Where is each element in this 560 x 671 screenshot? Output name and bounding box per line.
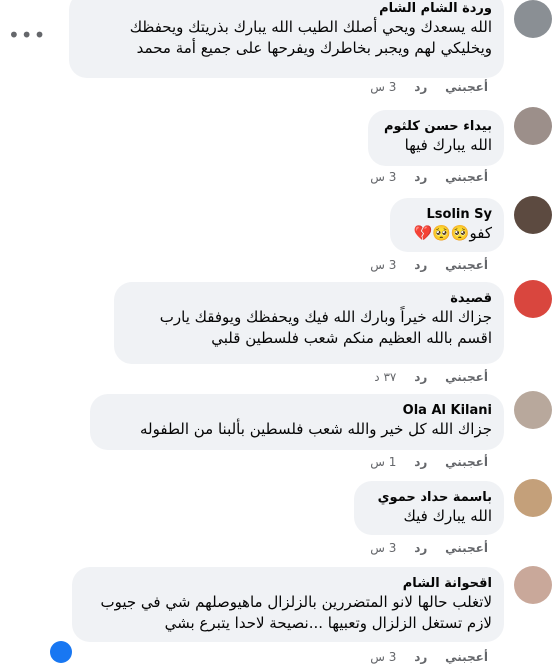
comment-time[interactable]: ٣٧ د (374, 370, 396, 384)
comment-text: لاتغلب حالها لانو المتضررين بالزلزال ماه… (100, 593, 492, 611)
like-button[interactable]: أعجبني (445, 541, 488, 555)
like-button[interactable]: أعجبني (445, 370, 488, 384)
comment-bubble: Ola Al Kilani جزاك الله كل خير والله شعب… (90, 394, 504, 450)
comment-time[interactable]: 3 س (370, 541, 396, 555)
comment-bubble: اقحوانة الشام لاتغلب حالها لانو المتضرري… (72, 567, 504, 642)
reply-button[interactable]: رد (414, 370, 427, 384)
comment-actions: أعجبني رد 3 س (356, 80, 488, 94)
comment-time[interactable]: 3 س (370, 170, 396, 184)
like-button[interactable]: أعجبني (445, 80, 488, 94)
reply-button[interactable]: رد (414, 258, 427, 272)
comment-time[interactable]: 3 س (370, 258, 396, 272)
avatar[interactable] (514, 391, 552, 429)
comment-text: اقسم بالله العظيم منكم شعب فلسطين قلبي (211, 329, 492, 347)
comment-actions: أعجبني رد 3 س (356, 650, 488, 664)
comment-bubble: Lsolin Sy كفو🥺🥺💔 (390, 198, 504, 252)
comment-actions: أعجبني رد 1 س (356, 455, 488, 469)
comment-time[interactable]: 3 س (370, 80, 396, 94)
comment-text: لازم تستغل الزلزال وتعبيها ...نصيحة لاحد… (164, 614, 492, 632)
comment-text: الله يبارك فيها (404, 136, 492, 154)
avatar[interactable] (514, 566, 552, 604)
more-options-icon[interactable]: ••• (8, 25, 46, 45)
comment-text: كفو🥺🥺💔 (413, 224, 492, 242)
comment-author[interactable]: وردة الشام الشام (81, 0, 492, 17)
comment-author[interactable]: باسمة حداد حموي (366, 489, 492, 506)
comment-bubble: باسمة حداد حموي الله يبارك فيك (354, 481, 504, 535)
reply-button[interactable]: رد (414, 650, 427, 664)
reply-button[interactable]: رد (414, 455, 427, 469)
like-button[interactable]: أعجبني (445, 650, 488, 664)
comment-author[interactable]: بيداء حسن كلثوم (380, 118, 492, 135)
comment-bubble: وردة الشام الشام الله يسعدك ويحي أصلك ال… (69, 0, 504, 78)
comment-actions: أعجبني رد 3 س (356, 541, 488, 555)
comment-bubble: بيداء حسن كلثوم الله يبارك فيها (368, 110, 504, 166)
comment-bubble: قصيدة جزاك الله خيراً وبارك الله فيك ويح… (114, 282, 504, 364)
comment-text: جزاك الله كل خير والله شعب فلسطين بألبنا… (140, 420, 492, 438)
comment-text: جزاك الله خيراً وبارك الله فيك ويحفظك وي… (159, 308, 492, 326)
reply-button[interactable]: رد (414, 80, 427, 94)
avatar[interactable] (514, 0, 552, 38)
avatar[interactable] (514, 107, 552, 145)
like-button[interactable]: أعجبني (445, 170, 488, 184)
reply-button[interactable]: رد (414, 541, 427, 555)
avatar[interactable] (514, 479, 552, 517)
comment-actions: أعجبني رد 3 س (356, 258, 488, 272)
comment-actions: أعجبني رد ٣٧ د (360, 370, 488, 384)
comment-actions: أعجبني رد 3 س (356, 170, 488, 184)
avatar[interactable] (514, 196, 552, 234)
reply-button[interactable]: رد (414, 170, 427, 184)
reaction-icon[interactable] (50, 641, 72, 663)
comment-text: الله يبارك فيك (403, 507, 493, 525)
comment-time[interactable]: 1 س (370, 455, 396, 469)
comment-author[interactable]: اقحوانة الشام (84, 575, 492, 592)
comment-author[interactable]: Lsolin Sy (402, 206, 492, 223)
like-button[interactable]: أعجبني (445, 258, 488, 272)
comment-author[interactable]: قصيدة (126, 290, 492, 307)
avatar[interactable] (514, 280, 552, 318)
like-button[interactable]: أعجبني (445, 455, 488, 469)
comment-author[interactable]: Ola Al Kilani (102, 402, 492, 419)
comment-text: ويخليكي لهم ويجبر بخاطرك ويفرحها على جمي… (136, 39, 492, 57)
comment-time[interactable]: 3 س (370, 650, 396, 664)
comment-text: الله يسعدك ويحي أصلك الطيب الله يبارك بذ… (129, 18, 492, 36)
